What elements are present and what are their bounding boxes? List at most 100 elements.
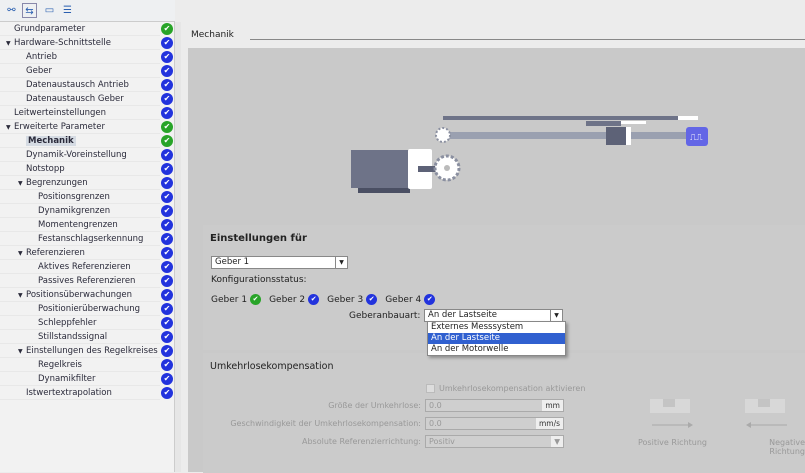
expand-arrow-icon[interactable]: ▼: [18, 289, 26, 303]
status-check-icon: ✔: [161, 289, 173, 301]
tree-item[interactable]: Notstopp: [0, 162, 160, 176]
status-check-icon: ✔: [161, 51, 173, 63]
tree-item[interactable]: Regelkreis: [0, 358, 160, 372]
status-check-icon: ✔: [161, 303, 173, 315]
status-check-icon: ✔: [161, 359, 173, 371]
tree-item[interactable]: Leitwerteinstellungen: [0, 106, 160, 120]
expand-arrow-icon[interactable]: ▼: [18, 247, 26, 261]
expand-arrow-icon[interactable]: ▼: [18, 177, 26, 191]
tree-item-label: Aktives Referenzieren: [38, 262, 131, 272]
expand-icon[interactable]: ⇆: [22, 3, 37, 18]
folder-icon[interactable]: ▭: [42, 3, 57, 18]
tree-item[interactable]: Dynamikfilter: [0, 372, 160, 386]
tree-item[interactable]: Geber: [0, 64, 160, 78]
status-check-icon: ✔: [161, 191, 173, 203]
expand-arrow-icon[interactable]: ▼: [18, 345, 26, 359]
svg-text:⎍⎍: ⎍⎍: [690, 133, 703, 143]
tree-item[interactable]: Momentengrenzen: [0, 218, 160, 232]
checkbox-icon[interactable]: [426, 384, 435, 393]
parameter-tree: Grundparameter ✔ ▼ Hardware-Schnittstelle ✔ A…: [0, 21, 175, 472]
geber-select[interactable]: Geber 1 ▼: [211, 256, 348, 269]
geber-status-item: Geber 1 ✔: [211, 294, 262, 305]
tree-item[interactable]: Dynamikgrenzen: [0, 204, 160, 218]
backlash-checkbox[interactable]: Umkehrlosekompensation aktivieren: [426, 384, 585, 393]
geber-select-value: Geber 1: [215, 257, 250, 267]
expand-arrow-icon[interactable]: ▼: [6, 121, 14, 135]
status-check-icon: ✔: [161, 247, 173, 259]
tree-item[interactable]: Passives Referenzieren: [0, 274, 160, 288]
geber-label: Geber 4: [385, 294, 422, 305]
tree-item[interactable]: Mechanik: [0, 134, 160, 148]
status-check-icon: ✔: [161, 317, 173, 329]
backlash-heading: Umkehrlosekompensation: [210, 361, 334, 372]
speed-unit: mm/s: [535, 418, 563, 429]
direction-select[interactable]: Positiv ▼: [425, 435, 564, 448]
expand-arrow-icon[interactable]: ▼: [6, 37, 14, 51]
tree-scrollbar[interactable]: [174, 22, 181, 472]
geber-status-item: Geber 2 ✔: [269, 294, 320, 305]
tree-item[interactable]: ▼ Erweiterte Parameter: [0, 120, 160, 134]
dropdown-option[interactable]: An der Lastseite: [428, 333, 565, 344]
tree-item[interactable]: Antrieb: [0, 50, 160, 64]
tree-item[interactable]: Aktives Referenzieren: [0, 260, 160, 274]
link-icon[interactable]: ⚯: [4, 3, 19, 18]
chevron-down-icon: ▼: [551, 436, 563, 447]
tree-item[interactable]: Datenaustausch Antrieb: [0, 78, 160, 92]
tree-item-label: Positionsüberwachungen: [26, 290, 133, 300]
tree-item[interactable]: Grundparameter: [0, 22, 160, 36]
tree-item-label: Grundparameter: [14, 24, 86, 34]
positive-direction-icon: [650, 399, 693, 428]
list-icon[interactable]: ☰: [60, 3, 75, 18]
dropdown-option[interactable]: An der Motorwelle: [428, 344, 565, 355]
tree-item-label: Stillstandssignal: [38, 332, 108, 342]
direction-value: Positiv: [429, 437, 455, 446]
tree-item[interactable]: Schleppfehler: [0, 316, 160, 330]
tree-item-label: Begrenzungen: [26, 178, 88, 188]
tree-item[interactable]: Positionierüberwachung: [0, 302, 160, 316]
tree-item-label: Istwertextrapolation: [26, 388, 112, 398]
anbau-label: Geberanbauart:: [349, 311, 421, 321]
tree-item-label: Leitwerteinstellungen: [14, 108, 106, 118]
geber-status-item: Geber 3 ✔: [327, 294, 378, 305]
tree-item[interactable]: ▼ Begrenzungen: [0, 176, 160, 190]
tree-item-label: Dynamik-Voreinstellung: [26, 150, 127, 160]
tree-item[interactable]: ▼ Positionsüberwachungen: [0, 288, 160, 302]
anbau-dropdown-list: Externes Messsystem An der Lastseite An de…: [427, 321, 566, 356]
tree-item[interactable]: ▼ Einstellungen des Regelkreises: [0, 344, 160, 358]
status-check-icon: ✔: [161, 23, 173, 35]
speed-input[interactable]: 0.0 mm/s: [425, 417, 564, 430]
size-input[interactable]: 0.0 mm: [425, 399, 564, 412]
tree-item[interactable]: Stillstandssignal: [0, 330, 160, 344]
tree-item-label: Hardware-Schnittstelle: [14, 38, 111, 48]
tree-item[interactable]: Festanschlagserkennung: [0, 232, 160, 246]
status-check-icon: ✔: [161, 331, 173, 343]
tree-item-label: Mechanik: [26, 136, 76, 146]
tree-item[interactable]: Istwertextrapolation: [0, 386, 160, 400]
negative-direction-label: Negative Richtung: [769, 438, 805, 456]
geber-label: Geber 1: [211, 294, 248, 305]
tree-item[interactable]: Datenaustausch Geber: [0, 92, 160, 106]
tree-item[interactable]: ▼ Referenzieren: [0, 246, 160, 260]
checkbox-label: Umkehrlosekompensation aktivieren: [439, 384, 586, 393]
mechanik-panel: ⎍⎍ Einstellungen für Geber 1 ▼ Konfigurat…: [188, 48, 805, 473]
tree-item[interactable]: Positionsgrenzen: [0, 190, 160, 204]
tree-item[interactable]: Dynamik-Voreinstellung: [0, 148, 160, 162]
tree-item[interactable]: ▼ Hardware-Schnittstelle: [0, 36, 160, 50]
dropdown-option[interactable]: Externes Messsystem: [428, 322, 565, 333]
size-unit: mm: [542, 400, 563, 411]
tree-item-label: Antrieb: [26, 52, 58, 62]
tree-item-label: Dynamikfilter: [38, 374, 96, 384]
tree-item-label: Geber: [26, 66, 52, 76]
tree-item-label: Dynamikgrenzen: [38, 206, 111, 216]
